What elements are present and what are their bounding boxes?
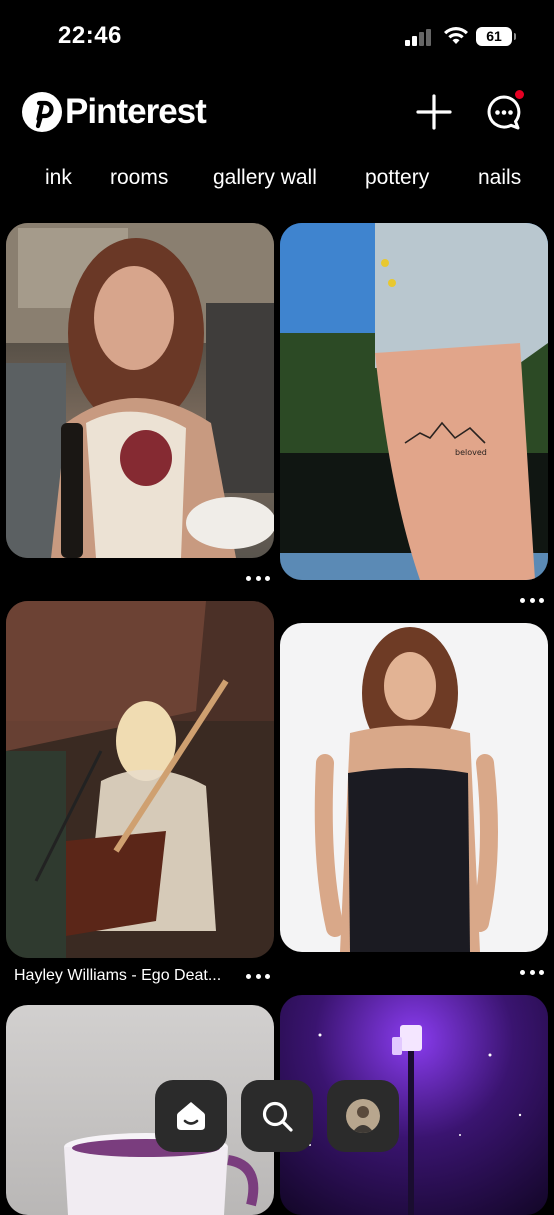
- topic-bar: ink rooms gallery wall pottery nails: [0, 166, 554, 196]
- pin-image-hayley-williams[interactable]: [6, 601, 274, 958]
- pin-title[interactable]: Hayley Williams - Ego Deat...: [14, 967, 221, 985]
- pin-options-button[interactable]: [246, 574, 270, 582]
- search-icon: [262, 1101, 293, 1132]
- topic-nails[interactable]: nails: [478, 166, 521, 190]
- pinterest-p-icon: [22, 92, 62, 132]
- home-icon: [177, 1102, 205, 1130]
- plus-icon[interactable]: [415, 93, 453, 131]
- pin-options-button[interactable]: [246, 972, 270, 980]
- topic-ink[interactable]: ink: [45, 166, 72, 190]
- battery-indicator: 61: [476, 27, 516, 46]
- nav-search-button[interactable]: [241, 1080, 313, 1152]
- nav-profile-button[interactable]: [327, 1080, 399, 1152]
- brand-wordmark: Pinterest: [65, 92, 207, 131]
- bottom-navigation: [155, 1080, 399, 1152]
- profile-avatar: [346, 1099, 380, 1133]
- pin-image-black-dress[interactable]: [280, 623, 548, 952]
- messages-button[interactable]: [484, 90, 524, 132]
- status-time: 22:46: [58, 22, 122, 49]
- pin-image-woman-wine[interactable]: [6, 223, 274, 558]
- cellular-signal-icon: [405, 29, 433, 46]
- nav-home-button[interactable]: [155, 1080, 227, 1152]
- topic-gallery-wall[interactable]: gallery wall: [213, 166, 317, 190]
- pin-options-button[interactable]: [520, 968, 544, 976]
- wifi-icon: [444, 27, 468, 44]
- pinterest-logo[interactable]: Pinterest: [22, 92, 207, 132]
- pin-options-button[interactable]: [520, 596, 544, 604]
- notification-dot: [515, 90, 524, 99]
- topic-pottery[interactable]: pottery: [365, 166, 429, 190]
- pin-image-tattoo[interactable]: beloved: [280, 223, 548, 580]
- topic-rooms[interactable]: rooms: [110, 166, 168, 190]
- tattoo-text: beloved: [455, 448, 487, 457]
- status-bar: 22:46 61: [0, 0, 554, 72]
